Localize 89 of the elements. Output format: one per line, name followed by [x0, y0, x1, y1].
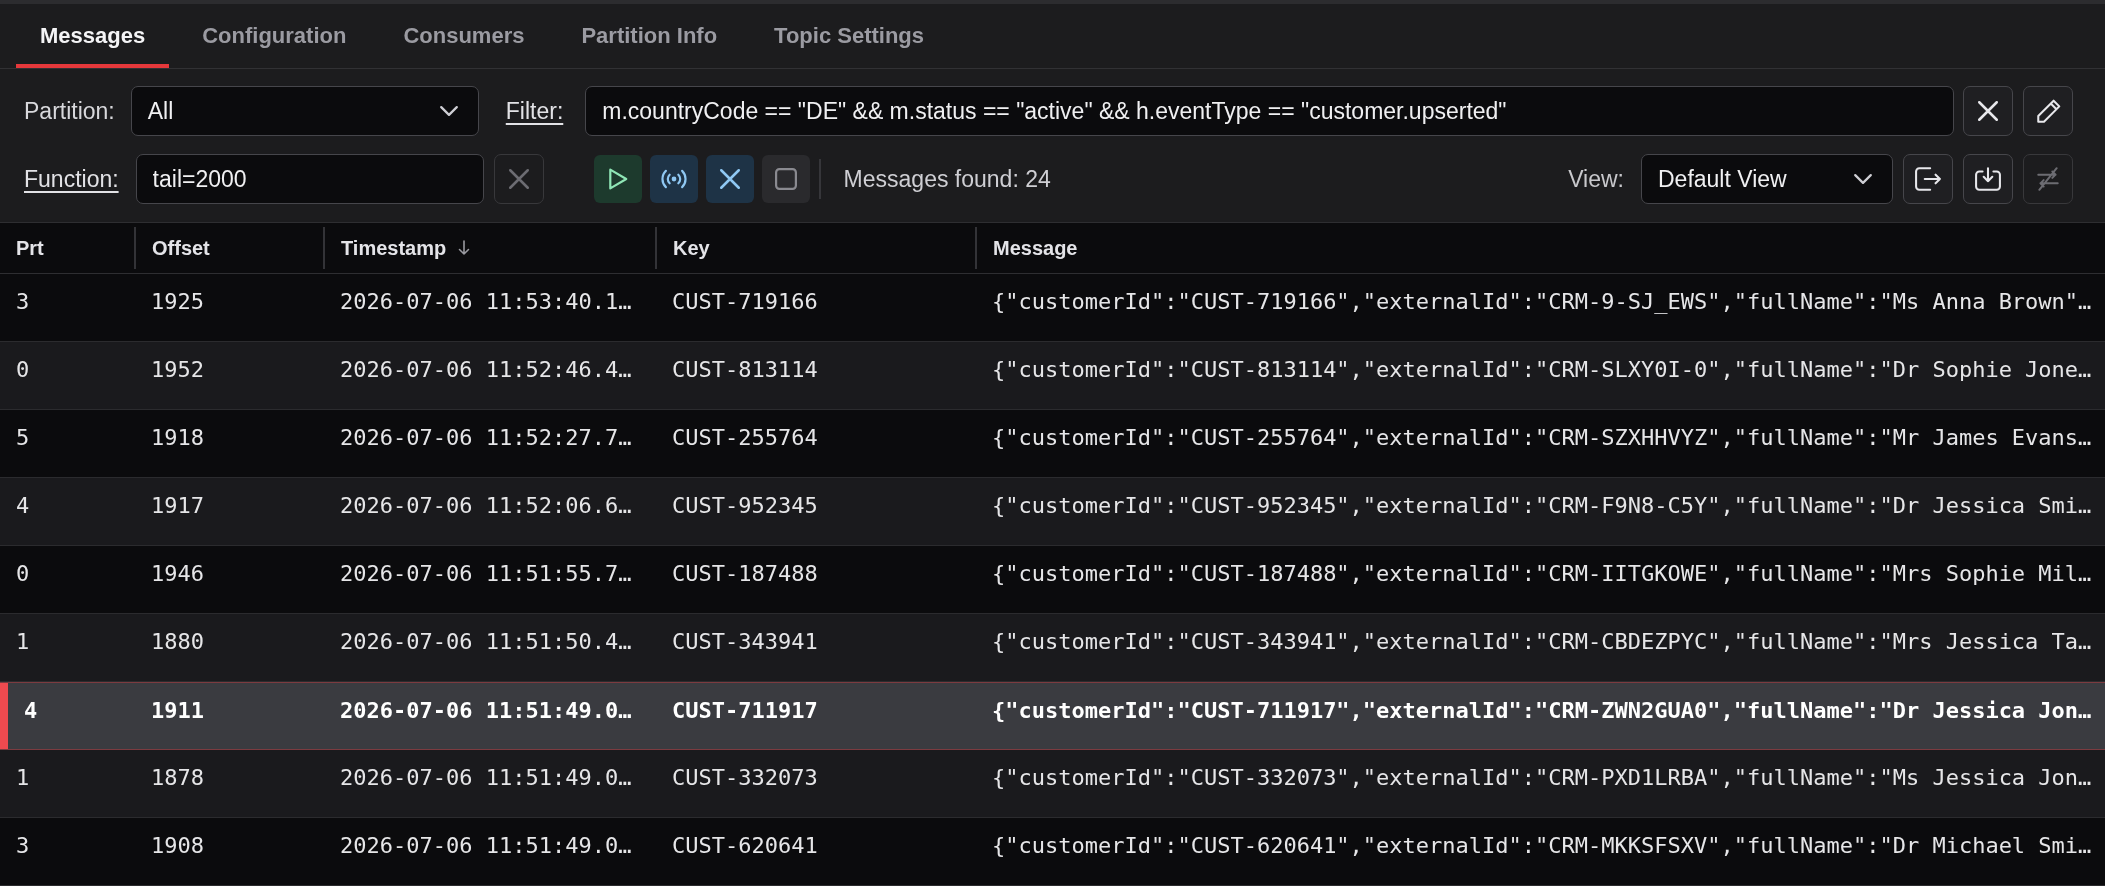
- column-header[interactable]: Offset: [134, 227, 323, 269]
- column-header[interactable]: Prt: [0, 227, 134, 269]
- table-cell-text: 2026-07-06 11:52:27.7…: [339, 424, 633, 452]
- table-cell-text: 1918: [150, 424, 205, 452]
- square-icon: [774, 168, 797, 190]
- table-cell-text: CUST-255764: [671, 424, 819, 452]
- filter-link[interactable]: Filter:: [505, 97, 564, 125]
- tab[interactable]: Partition Info: [557, 4, 742, 68]
- table-cell-text: 2026-07-06 11:51:49.0…: [339, 696, 633, 725]
- view-label: View:: [1568, 165, 1624, 193]
- table-cell-text: {"customerId":"CUST-952345","externalId":"CRM-F9N8-C5Y","fullName":"Dr Jessica Smi…: [991, 492, 2093, 520]
- table-cell-text: 1911: [150, 696, 205, 725]
- table-cell-text: 4: [15, 492, 31, 520]
- export-icon: [1915, 167, 1941, 191]
- table-cell-text: CUST-711917: [671, 696, 819, 725]
- table-cell-text: 5: [15, 424, 31, 452]
- table-row[interactable]: 0 1952 2026-07-06 11:52:46.4… CUST-813114 {"customerId":"CUST-813114","externalId":"CRM-SLXY0I-0","fullName":"Dr Sophie Jone…: [0, 342, 2105, 410]
- chevron-down-icon: [439, 106, 458, 116]
- table-cell-text: 0: [15, 356, 31, 384]
- table-cell-text: 1917: [150, 492, 205, 520]
- table-cell-text: 1: [15, 764, 31, 792]
- table-cell-text: 2026-07-06 11:52:06.6…: [339, 492, 633, 520]
- export-button[interactable]: [1903, 154, 1953, 204]
- table-cell-text: 3: [15, 288, 31, 316]
- table-cell-text: 4: [23, 696, 39, 725]
- table-cell-text: 2026-07-06 11:51:49.0…: [339, 832, 633, 860]
- download-button[interactable]: [1963, 154, 2013, 204]
- column-header[interactable]: Key: [655, 227, 975, 269]
- table-cell-text: 1880: [150, 628, 205, 656]
- column-header[interactable]: Message: [975, 227, 2105, 269]
- table-cell-text: {"customerId":"CUST-620641","externalId":"CRM-MKKSFSXV","fullName":"Dr Michael Smi…: [991, 832, 2093, 860]
- table-row[interactable]: 1 1878 2026-07-06 11:51:49.0… CUST-332073 {"customerId":"CUST-332073","externalId":"CRM-PXD1LRBA","fullName":"Ms Jessica Jon…: [0, 750, 2105, 818]
- cancel-button[interactable]: [705, 155, 754, 203]
- table-cell-text: {"customerId":"CUST-255764","externalId":"CRM-SZXHHVYZ","fullName":"Mr James Evans…: [991, 424, 2093, 452]
- table-cell-text: CUST-332073: [671, 764, 819, 792]
- view-select[interactable]: Default View: [1641, 154, 1893, 204]
- close-icon: [1978, 101, 1998, 121]
- tab[interactable]: Topic Settings: [750, 4, 949, 68]
- table-cell-text: 2026-07-06 11:51:50.4…: [339, 628, 633, 656]
- function-input[interactable]: tail=2000: [135, 154, 484, 204]
- table-cell-text: CUST-952345: [671, 492, 819, 520]
- tab[interactable]: Configuration: [178, 4, 371, 68]
- table-row[interactable]: 1 1880 2026-07-06 11:51:50.4… CUST-343941 {"customerId":"CUST-343941","externalId":"CRM-CBDEZPYC","fullName":"Mrs Jessica Ta…: [0, 614, 2105, 682]
- table-cell-text: 1878: [150, 764, 205, 792]
- broadcast-icon: [660, 169, 687, 189]
- clear-filter-button[interactable]: [1963, 86, 2013, 136]
- filter-input[interactable]: m.countryCode == "DE" && m.status == "active" && h.eventType == "customer.upserted": [585, 86, 1954, 136]
- tab[interactable]: Consumers: [379, 4, 549, 68]
- tab[interactable]: Messages: [16, 4, 170, 68]
- table-cell-text: 2026-07-06 11:53:40.1…: [339, 288, 633, 316]
- table-cell-text: 1: [15, 628, 31, 656]
- table-cell-text: 2026-07-06 11:52:46.4…: [339, 356, 633, 384]
- close-icon: [719, 169, 740, 189]
- slashed-arrows-icon: [2035, 167, 2061, 191]
- table-cell-text: {"customerId":"CUST-332073","externalId":"CRM-PXD1LRBA","fullName":"Ms Jessica Jon…: [991, 764, 2093, 792]
- edit-filter-button[interactable]: [2023, 86, 2073, 136]
- partition-select[interactable]: All: [130, 86, 479, 136]
- table-cell-text: CUST-187488: [671, 560, 819, 588]
- table-cell-text: 3: [15, 832, 31, 860]
- function-link[interactable]: Function:: [24, 165, 119, 193]
- table-cell-text: {"customerId":"CUST-187488","externalId":"CRM-IITGKOWE","fullName":"Mrs Sophie Mil…: [991, 560, 2093, 588]
- pencil-icon: [2035, 98, 2061, 124]
- table-cell-text: CUST-620641: [671, 832, 819, 860]
- table-cell-text: {"customerId":"CUST-711917","externalId":"CRM-ZWN2GUA0","fullName":"Dr Jessica Jon…: [991, 696, 2093, 725]
- run-button[interactable]: [593, 155, 642, 203]
- messages-found-count: Messages found: 24: [843, 165, 1051, 193]
- download-icon: [1975, 167, 2001, 191]
- stop-button[interactable]: [761, 155, 810, 203]
- live-button[interactable]: [649, 155, 698, 203]
- partition-label: Partition:: [24, 97, 115, 125]
- table-cell-text: CUST-343941: [671, 628, 819, 656]
- play-icon: [607, 168, 628, 190]
- column-header[interactable]: Timestamp: [323, 227, 655, 269]
- table-cell-text: 1946: [150, 560, 205, 588]
- close-icon: [508, 169, 529, 189]
- table-cell-text: {"customerId":"CUST-813114","externalId":"CRM-SLXY0I-0","fullName":"Dr Sophie Jone…: [991, 356, 2093, 384]
- table-cell-text: CUST-719166: [671, 288, 819, 316]
- chevron-down-icon: [1854, 174, 1872, 184]
- table-cell-text: 1925: [150, 288, 205, 316]
- table-row[interactable]: 4 1917 2026-07-06 11:52:06.6… CUST-952345 {"customerId":"CUST-952345","externalId":"CRM-F9N8-C5Y","fullName":"Dr Jessica Smi…: [0, 478, 2105, 546]
- table-cell-text: 1908: [150, 832, 205, 860]
- table-cell-text: {"customerId":"CUST-719166","externalId":"CRM-9-SJ_EWS","fullName":"Ms Anna Brown"…: [991, 288, 2093, 316]
- table-cell-text: 2026-07-06 11:51:55.7…: [339, 560, 633, 588]
- table-cell-text: 1952: [150, 356, 205, 384]
- table-cell-text: 2026-07-06 11:51:49.0…: [339, 764, 633, 792]
- table-cell-text: CUST-813114: [671, 356, 819, 384]
- table-cell-text: 0: [15, 560, 31, 588]
- table-cell-text: {"customerId":"CUST-343941","externalId":"CRM-CBDEZPYC","fullName":"Mrs Jessica Ta…: [991, 628, 2093, 656]
- table-row[interactable]: 4 1911 2026-07-06 11:51:49.0… CUST-711917 {"customerId":"CUST-711917","externalId":"CRM-ZWN2GUA0","fullName":"Dr Jessica Jon…: [0, 682, 2105, 750]
